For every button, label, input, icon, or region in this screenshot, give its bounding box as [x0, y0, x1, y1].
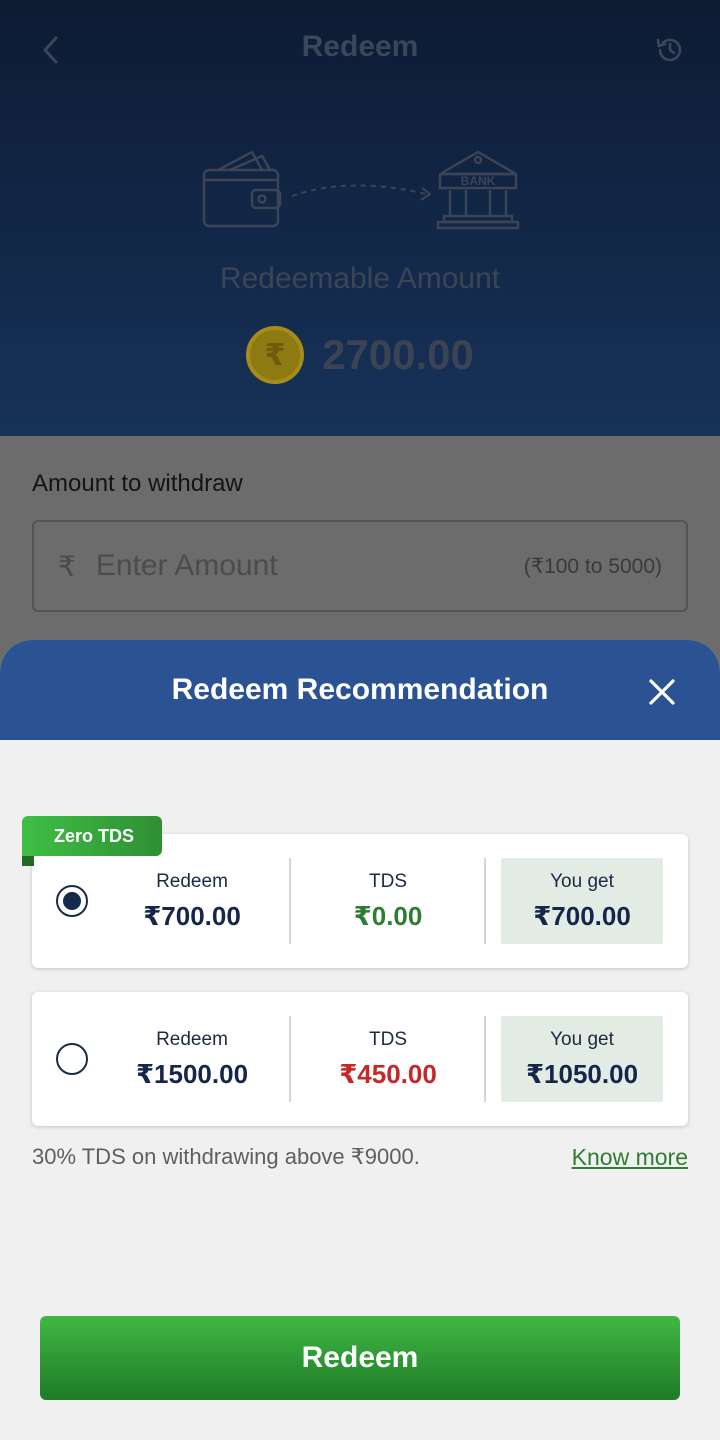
tds-label: TDS	[369, 870, 407, 892]
redeem-label: Redeem	[156, 1028, 228, 1050]
you-get-label: You get	[550, 1028, 614, 1050]
withdraw-label: Amount to withdraw	[32, 470, 243, 497]
range-hint: (₹100 to 5000)	[523, 554, 662, 578]
redeem-column: Redeem ₹1500.00	[94, 1016, 290, 1102]
history-icon	[656, 38, 682, 62]
tds-column: TDS ₹450.00	[290, 1016, 486, 1102]
wallet-to-bank-illustration: BANK	[202, 150, 520, 230]
redeem-recommendation-sheet: Redeem Recommendation Zero TDS Redeem ₹7…	[0, 640, 720, 1440]
page-title: Redeem	[301, 30, 419, 63]
redeem-option-card[interactable]: Redeem ₹1500.00 TDS ₹450.00 You get ₹105…	[32, 992, 688, 1126]
redeemable-amount-label: Redeemable Amount	[219, 262, 501, 295]
sheet-title: Redeem Recommendation	[171, 673, 549, 706]
balance-row: ₹ 2700.00	[0, 322, 720, 388]
wallet-icon	[202, 150, 282, 228]
sheet-header: Redeem Recommendation	[0, 640, 720, 740]
you-get-column: You get ₹1050.00	[501, 1016, 663, 1102]
history-button[interactable]	[650, 30, 690, 70]
column-divider	[484, 858, 486, 944]
bank-icon	[436, 150, 520, 230]
amount-placeholder: Enter Amount	[95, 549, 278, 582]
you-get-label: You get	[550, 870, 614, 892]
redeem-value: ₹1500.00	[135, 1058, 249, 1089]
tds-column: TDS ₹0.00	[290, 858, 486, 944]
column-divider	[484, 1016, 486, 1102]
zero-tds-badge: Zero TDS	[22, 816, 162, 856]
tds-label: TDS	[369, 1028, 407, 1050]
tds-note: 30% TDS on withdrawing above ₹9000.	[32, 1144, 420, 1169]
close-icon[interactable]	[646, 676, 678, 708]
badge-fold	[22, 856, 34, 866]
coin-icon: ₹	[246, 326, 305, 384]
option-radio[interactable]	[56, 1043, 88, 1075]
redeem-button[interactable]: Redeem	[40, 1316, 680, 1400]
tds-value: ₹0.00	[353, 900, 423, 931]
option-radio-selected[interactable]	[56, 885, 88, 917]
redeem-label: Redeem	[156, 870, 228, 892]
balance-amount: 2700.00	[322, 331, 474, 378]
amount-input[interactable]: ₹ Enter Amount (₹100 to 5000)	[32, 520, 688, 612]
coin-symbol: ₹	[264, 338, 286, 372]
redeem-value: ₹700.00	[143, 900, 241, 931]
you-get-column: You get ₹700.00	[501, 858, 663, 944]
tds-value: ₹450.00	[339, 1058, 437, 1089]
know-more-link[interactable]: Know more	[572, 1144, 688, 1171]
redeem-header: Redeem BANK Redeemable Amount ₹ 2700.00	[0, 0, 720, 436]
you-get-value: ₹700.00	[533, 900, 631, 931]
currency-prefix: ₹	[58, 550, 76, 582]
you-get-value: ₹1050.00	[525, 1058, 639, 1089]
bank-label: BANK	[461, 174, 496, 188]
redeem-column: Redeem ₹700.00	[94, 858, 290, 944]
